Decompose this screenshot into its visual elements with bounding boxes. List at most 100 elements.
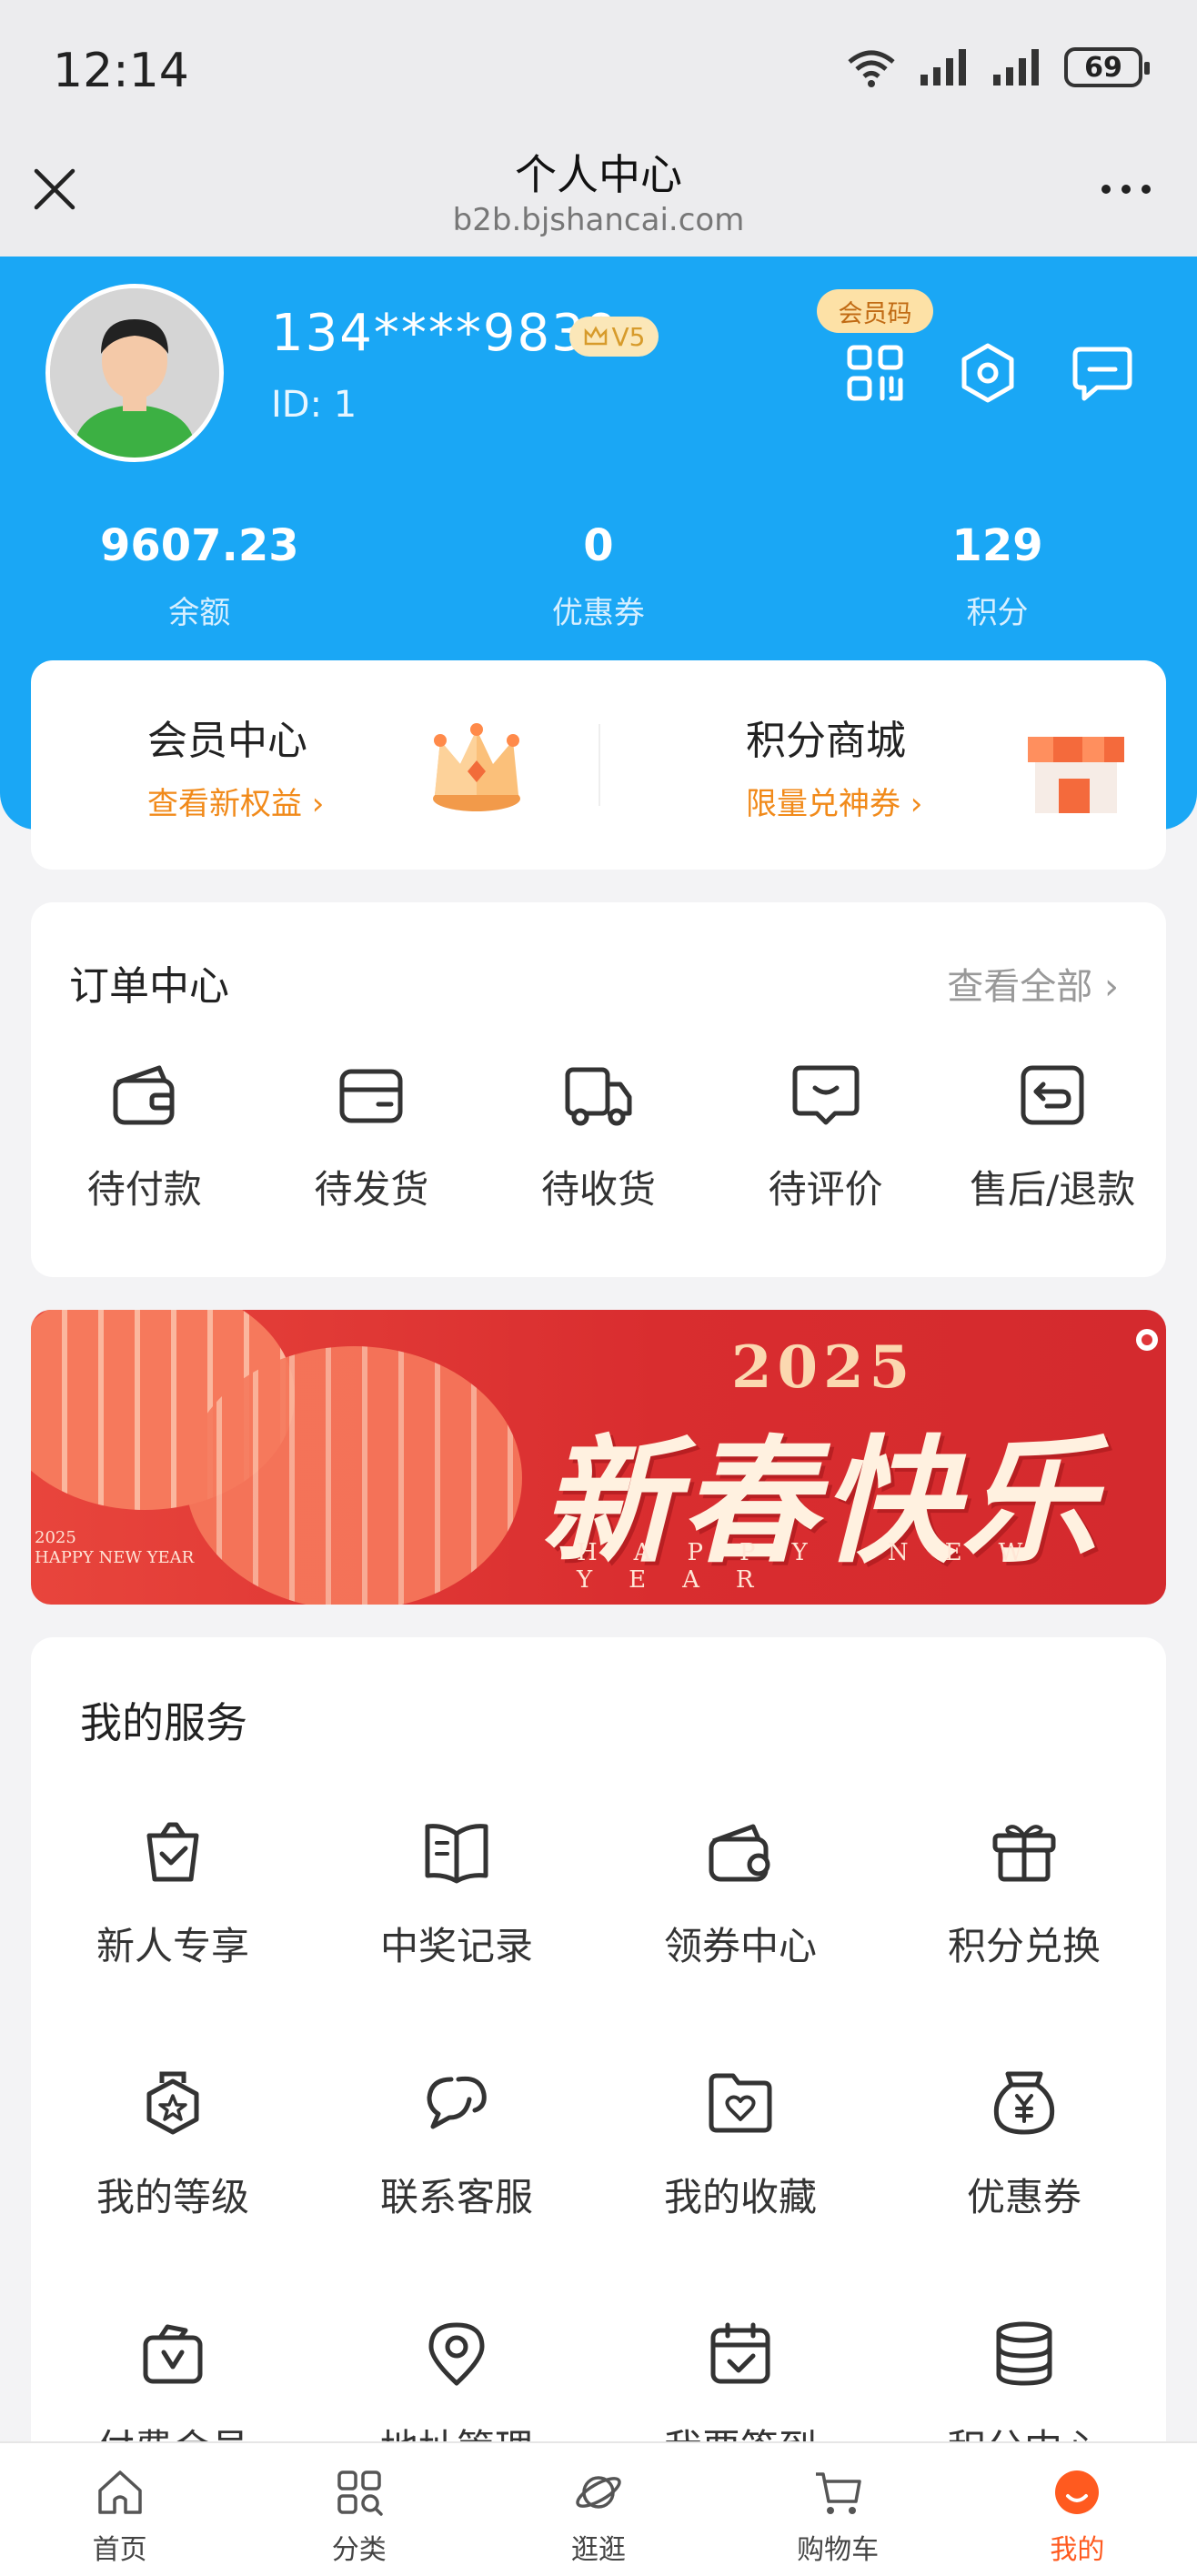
crown-3d-icon [433,723,520,811]
member-code-badge[interactable]: 会员码 [817,289,933,333]
level-badge-icon [146,2071,199,2135]
user-phone: 134****9839 [271,304,620,363]
gift-bag-icon [146,1822,199,1882]
avatar[interactable] [45,284,224,462]
tab-home[interactable]: 首页 [0,2443,239,2576]
tab-label: 分类 [331,2534,387,2566]
cart-icon [816,2472,861,2514]
stat-label: 积分 [966,595,1029,631]
return-icon [1021,1065,1084,1125]
service-item-prize-records[interactable]: 中奖记录 [315,1816,598,2067]
order-item-pending-receipt[interactable]: 待收货 [485,1059,712,1214]
message-icon[interactable] [1070,340,1135,406]
stat-coupons[interactable]: 0 优惠券 [399,520,799,632]
stat-balance[interactable]: 9607.23 余额 [0,520,399,632]
status-time: 12:14 [53,44,189,98]
category-icon [337,2470,383,2516]
calendar-check-icon [710,2322,770,2384]
vip-badge[interactable]: V5 [569,317,659,357]
tab-mine[interactable]: 我的 [958,2443,1197,2576]
tab-explore[interactable]: 逛逛 [478,2443,718,2576]
stat-label: 余额 [168,595,231,631]
shop-3d-icon [1028,737,1124,813]
points-mall-entry[interactable]: 积分商城 限量兑神券 › [598,660,1166,870]
member-card: 会员中心 查看新权益 › 积分商城 限量兑神券 › [31,660,1166,870]
truck-icon [565,1067,632,1126]
bottom-tab-bar: 首页 分类 逛逛 购物车 我的 [0,2441,1197,2576]
order-item-label: 待收货 [540,1167,656,1212]
stat-value: 9607.23 [99,520,299,571]
tab-label: 我的 [1050,2534,1105,2566]
service-item-coupons[interactable]: 优惠券 [882,2067,1166,2318]
service-label: 积分兑换 [947,1924,1101,1968]
order-center-title: 订单中心 [69,963,229,1010]
vip-level: V5 [611,321,646,352]
coupon-wallet-icon [709,1824,770,1882]
service-item-customer-service[interactable]: 联系客服 [315,2067,598,2318]
database-icon [996,2321,1052,2386]
my-services: 我的服务 新人专享 中奖记录 领券中心 积分兑换 我的等级 联系客服 我的收藏 [31,1637,1166,2576]
tab-cart[interactable]: 购物车 [719,2443,958,2576]
service-label: 我的等级 [96,2175,249,2219]
profile-icon [1055,2470,1100,2514]
signal-icon [920,49,966,86]
qr-code-icon[interactable] [842,340,908,406]
member-center-title: 会员中心 [147,718,307,764]
service-label: 领券中心 [663,1924,817,1968]
location-icon [428,2322,485,2386]
service-label: 新人专享 [96,1924,249,1968]
points-mall-subtitle: 限量兑神券 › [746,786,923,822]
member-center-entry[interactable]: 会员中心 查看新权益 › [31,660,598,870]
vip-bag-icon [143,2324,203,2384]
wifi-icon [848,50,895,87]
lantern-decoration [186,1346,522,1605]
crown-icon [584,326,607,346]
banner-english: HAPPY NEW YEAR [577,1539,1060,1594]
tab-label: 逛逛 [570,2534,626,2566]
page-url: b2b.bjshancai.com [452,202,745,238]
tab-category[interactable]: 分类 [239,2443,478,2576]
stat-label: 优惠券 [551,595,645,631]
service-label: 我的收藏 [663,2175,817,2219]
book-icon [425,1824,488,1884]
comment-icon [792,1065,860,1125]
new-year-banner[interactable]: 2025 HAPPY NEW YEAR 2025 新春快乐 HAPPY NEW … [31,1310,1166,1605]
service-item-points-exchange[interactable]: 积分兑换 [882,1816,1166,2067]
stat-value: 129 [951,520,1043,571]
service-item-newcomer[interactable]: 新人专享 [31,1816,315,2067]
avatar-image [50,288,219,458]
tab-label: 首页 [92,2534,147,2566]
service-label: 中奖记录 [379,1924,533,1968]
status-bar: 12:14 69 [0,0,1197,136]
tab-label: 购物车 [797,2534,880,2566]
view-all-orders-link[interactable]: 查看全部 › [947,957,1119,1010]
service-label: 联系客服 [379,2175,533,2219]
stat-points[interactable]: 129 积分 [798,520,1197,632]
order-item-after-sales[interactable]: 售后/退款 [939,1059,1166,1214]
order-item-pending-shipment[interactable]: 待发货 [258,1059,486,1214]
order-item-label: 待发货 [314,1167,429,1212]
order-item-pending-payment[interactable]: 待付款 [31,1059,258,1214]
yen-bag-icon [993,2071,1055,2135]
gift-box-icon [992,1825,1056,1882]
user-id: ID: 1 [271,384,357,426]
page-title: 个人中心 [515,150,682,199]
stat-value: 0 [583,520,614,571]
more-icon[interactable] [1099,180,1153,198]
service-item-coupon-center[interactable]: 领券中心 [598,1816,882,2067]
service-item-favorites[interactable]: 我的收藏 [598,2067,882,2318]
banner-small-year: 2025 [35,1528,76,1547]
service-item-my-level[interactable]: 我的等级 [31,2067,315,2318]
service-label: 优惠券 [966,2175,1081,2219]
banner-small-caption: HAPPY NEW YEAR [35,1548,195,1567]
services-title: 我的服务 [80,1698,247,1747]
chat-bubbles-icon [427,2076,487,2129]
order-item-pending-review[interactable]: 待评价 [712,1059,940,1214]
points-mall-title: 积分商城 [746,718,906,764]
signal-icon-2 [993,49,1039,86]
order-item-label: 待评价 [768,1167,883,1212]
status-icons: 69 [844,45,1150,89]
nav-bar: 个人中心 b2b.bjshancai.com [0,136,1197,257]
settings-icon[interactable] [955,340,1021,406]
box-icon [339,1069,403,1123]
